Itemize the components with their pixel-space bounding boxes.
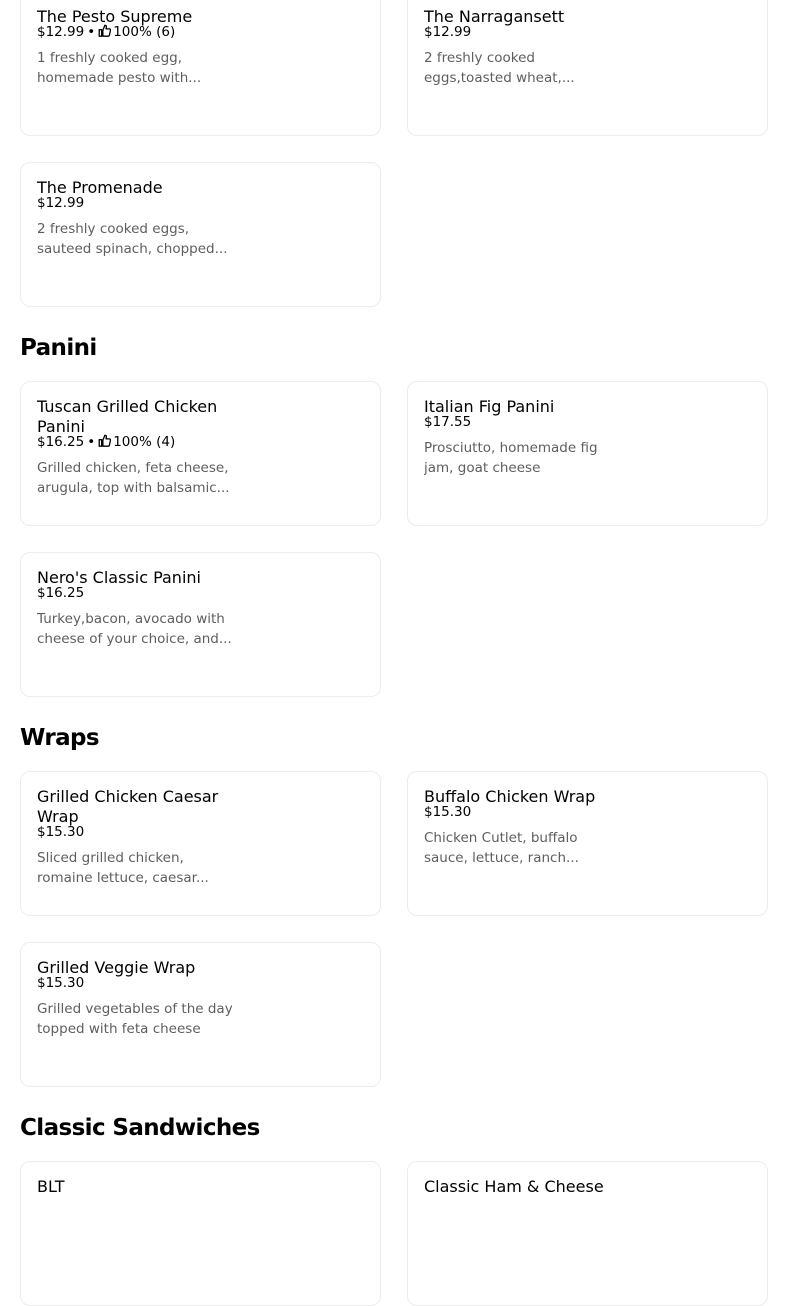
item-description: Prosciutto, homemade fig jam, goat chees… — [424, 438, 619, 478]
price-row: $16.25 • 100% (4) — [37, 432, 175, 452]
item-title: Classic Ham & Cheese — [424, 1177, 604, 1196]
item-description: 2 freshly cooked eggs, sauteed spinach, … — [37, 219, 232, 259]
item-description: 2 freshly cooked eggs,toasted wheat,... — [424, 48, 619, 88]
item-price: $12.99 — [424, 24, 472, 40]
item-description: Sliced grilled chicken, romaine lettuce,… — [37, 848, 232, 888]
thumbs-up-icon — [98, 24, 112, 37]
description-line: Turkey,bacon, avocado with — [37, 611, 225, 627]
price-row: $15.30 — [37, 822, 84, 842]
menu-item-card-buffalo-chicken-wrap[interactable]: Buffalo Chicken Wrap $15.30 Chicken Cutl… — [407, 771, 768, 916]
description-line: 1 freshly cooked egg, — [37, 50, 182, 66]
item-description: 1 freshly cooked egg, homemade pesto wit… — [37, 48, 232, 88]
description-line: Chicken Cutlet, buffalo — [424, 830, 578, 846]
item-price: $12.99 — [37, 195, 85, 211]
menu-item-card-italian-fig-panini[interactable]: Italian Fig Panini $17.55 Prosciutto, ho… — [407, 381, 768, 526]
menu-item-card-classic-ham-and-cheese[interactable]: Classic Ham & Cheese — [407, 1161, 768, 1306]
description-line: 2 freshly cooked — [424, 50, 535, 66]
item-description: Grilled chicken, feta cheese, arugula, t… — [37, 458, 232, 498]
price-row: $16.25 — [37, 583, 84, 603]
item-price: $16.25 — [37, 585, 85, 601]
price-row: $17.55 — [424, 412, 471, 432]
item-price: $15.30 — [37, 824, 85, 840]
description-line: romaine lettuce, caesar... — [37, 870, 209, 886]
description-line: jam, goat cheese — [424, 460, 541, 476]
description-line: Grilled vegetables of the day — [37, 1001, 232, 1017]
description-line: Sliced grilled chicken, — [37, 850, 184, 866]
description-line: eggs,toasted wheat,... — [424, 70, 575, 86]
item-price: $15.30 — [424, 804, 472, 820]
item-description: Chicken Cutlet, buffalo sauce, lettuce, … — [424, 828, 619, 868]
item-price: $15.30 — [37, 975, 85, 991]
price-row: $12.99 — [37, 193, 84, 213]
item-price: $16.25 — [37, 434, 85, 450]
separator-dot: • — [87, 434, 96, 450]
menu-item-card-the-narragansett[interactable]: The Narragansett $12.99 2 freshly cooked… — [407, 0, 768, 136]
item-description: Turkey,bacon, avocado with cheese of you… — [37, 609, 232, 649]
item-rating: 100% (6) — [113, 24, 176, 40]
thumbs-up-icon — [98, 434, 112, 447]
item-title: Grilled Chicken Caesar Wrap — [37, 787, 237, 827]
menu-item-card-tuscan-grilled-chicken-panini[interactable]: Tuscan Grilled Chicken Panini $16.25 • 100… — [20, 381, 381, 526]
price-row: $12.99 • 100% (6) — [37, 22, 175, 42]
item-title-line: Grilled Chicken Caesar — [37, 787, 219, 806]
section-title-wraps: Wraps — [20, 725, 100, 751]
price-row: $12.99 — [424, 22, 471, 42]
menu-item-card-blt[interactable]: BLT — [20, 1161, 381, 1306]
description-line: arugula, top with balsamic... — [37, 480, 230, 496]
description-line: topped with feta cheese — [37, 1021, 201, 1037]
item-title: BLT — [37, 1177, 65, 1196]
item-title: Tuscan Grilled Chicken Panini — [37, 397, 237, 437]
description-line: cheese of your choice, and... — [37, 631, 232, 647]
description-line: homemade pesto with... — [37, 70, 202, 86]
menu-item-card-neros-classic-panini[interactable]: Nero's Classic Panini $16.25 Turkey,baco… — [20, 552, 381, 697]
price-row: $15.30 — [37, 973, 84, 993]
price-row: $15.30 — [424, 802, 471, 822]
item-price: $17.55 — [424, 414, 472, 430]
menu-item-card-grilled-veggie-wrap[interactable]: Grilled Veggie Wrap $15.30 Grilled veget… — [20, 942, 381, 1087]
item-description: Grilled vegetables of the day topped wit… — [37, 999, 232, 1039]
item-price: $12.99 — [37, 24, 85, 40]
separator-dot: • — [87, 24, 96, 40]
description-line: Grilled chicken, feta cheese, — [37, 460, 229, 476]
item-rating: 100% (4) — [113, 434, 176, 450]
item-title-line: Tuscan Grilled Chicken — [37, 397, 218, 416]
section-title-classic-sandwiches: Classic Sandwiches — [20, 1115, 260, 1141]
menu-item-card-the-pesto-supreme[interactable]: The Pesto Supreme $12.99 • 100% (6) 1 fres… — [20, 0, 381, 136]
section-title-panini: Panini — [20, 335, 97, 361]
description-line: 2 freshly cooked eggs, — [37, 221, 190, 237]
menu-item-card-the-promenade[interactable]: The Promenade $12.99 2 freshly cooked eg… — [20, 162, 381, 307]
description-line: sauteed spinach, chopped... — [37, 241, 228, 257]
menu-item-card-grilled-chicken-caesar-wrap[interactable]: Grilled Chicken Caesar Wrap $15.30 Slice… — [20, 771, 381, 916]
description-line: Prosciutto, homemade fig — [424, 440, 598, 456]
description-line: sauce, lettuce, ranch... — [424, 850, 579, 866]
